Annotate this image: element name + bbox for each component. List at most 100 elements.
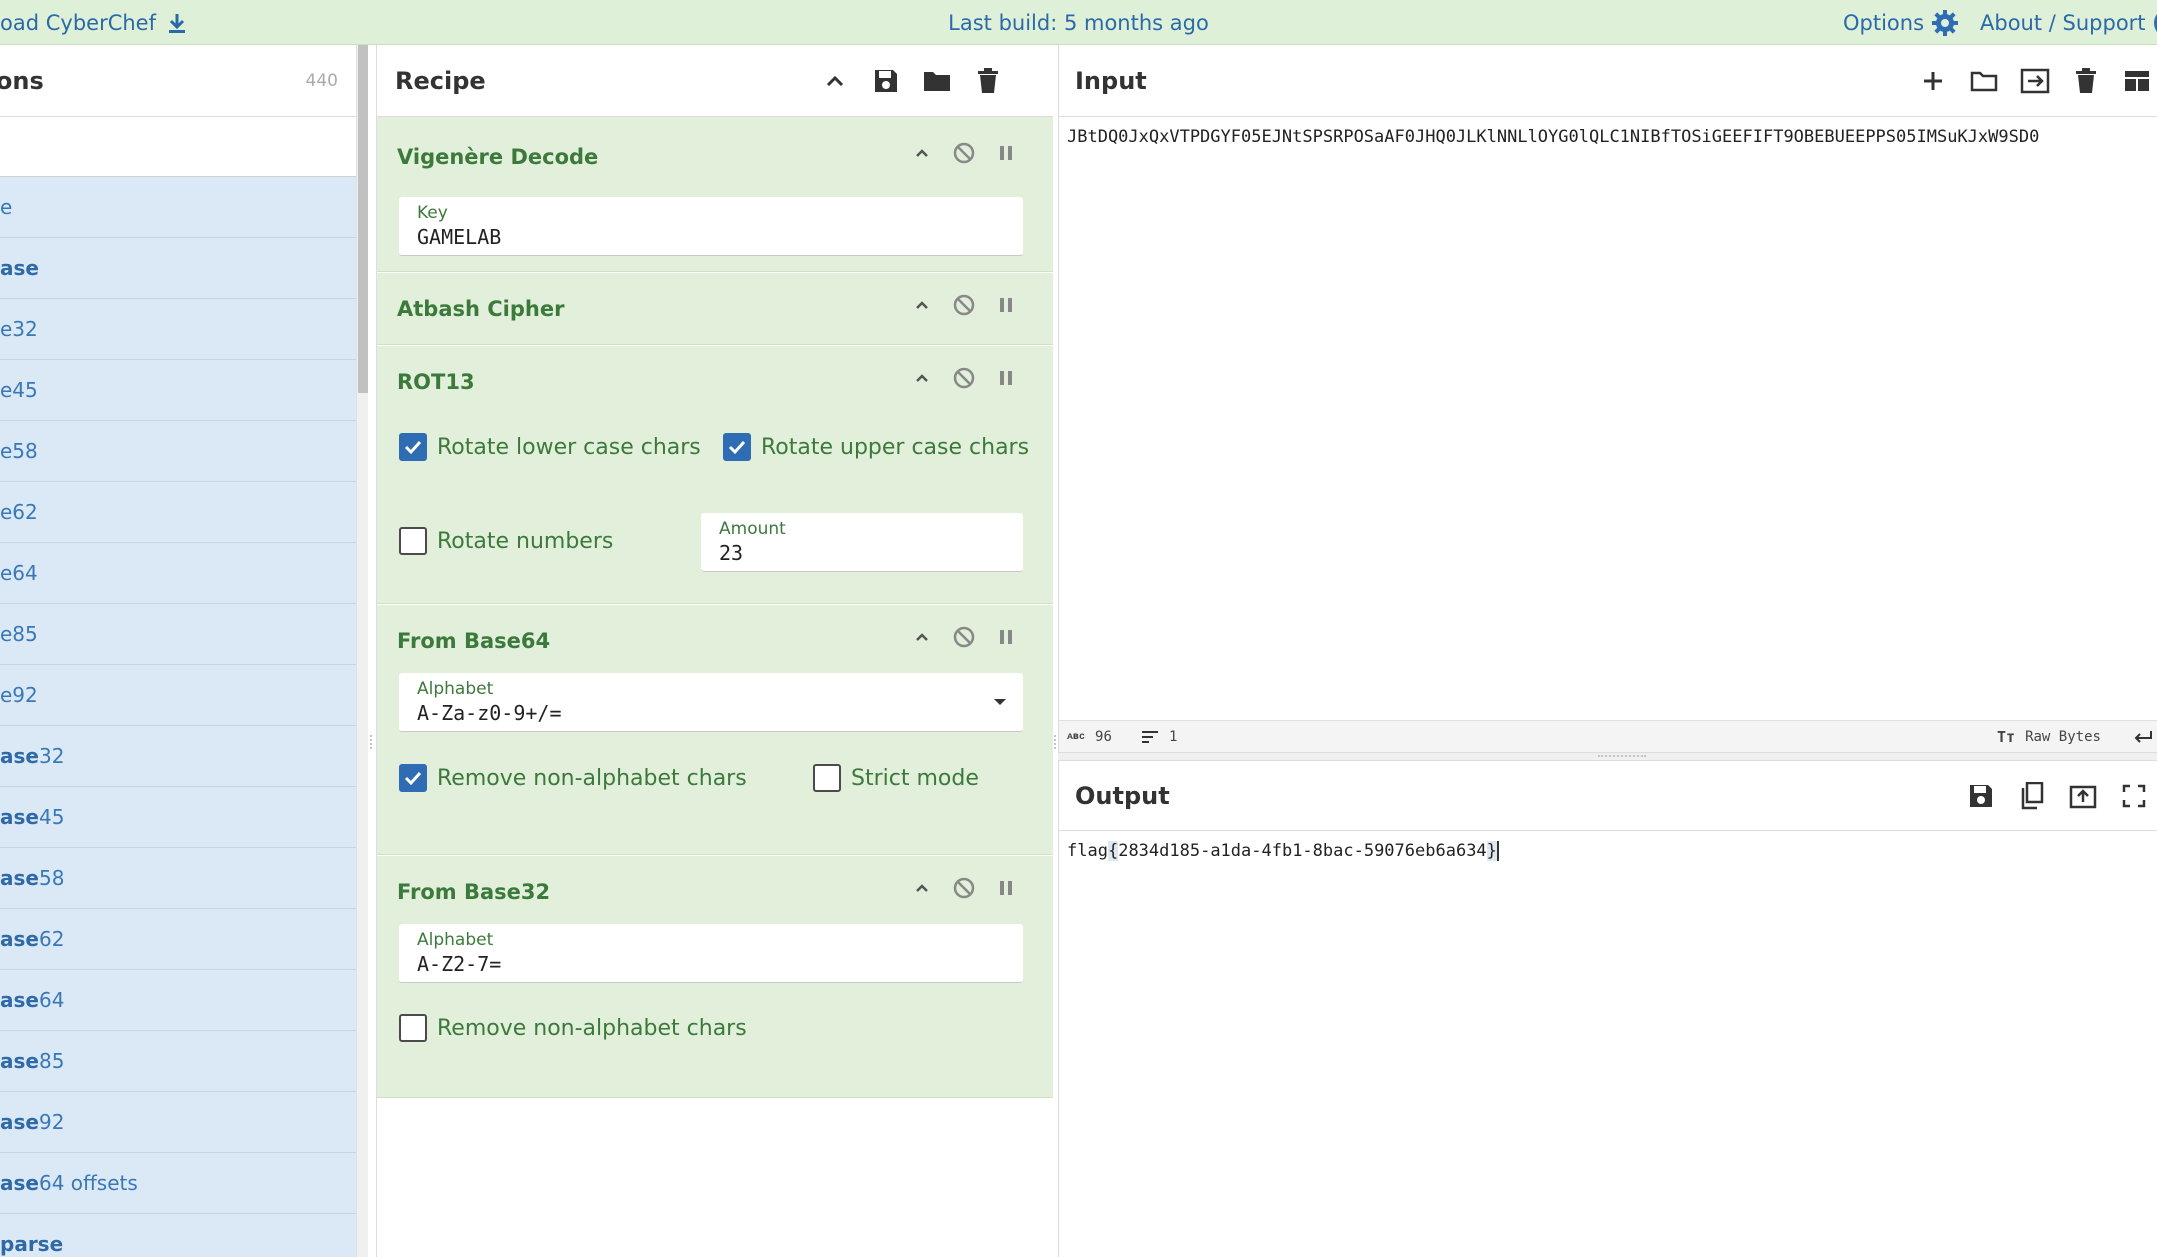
replace-input-button[interactable] — [2057, 783, 2108, 809]
download-icon[interactable] — [156, 12, 188, 34]
rot13-amount-field[interactable]: Amount 23 — [701, 513, 1023, 572]
operation-item[interactable]: e85 — [0, 604, 356, 665]
field-value[interactable]: GAMELAB — [417, 225, 501, 249]
clear-recipe-button[interactable] — [962, 68, 1013, 94]
checkbox-unchecked[interactable] — [399, 1014, 427, 1042]
input-textarea[interactable]: JBtDQ0JxQxVTPDGYF05EJNtSPSRPOSaAF0JHQ0JL… — [1067, 127, 2039, 147]
operation-item[interactable]: e64 — [0, 543, 356, 604]
operation-item[interactable]: ase — [0, 238, 356, 299]
trash-icon[interactable] — [2075, 68, 2097, 94]
disable-icon[interactable] — [943, 366, 985, 390]
return-icon[interactable] — [2133, 721, 2153, 753]
checkbox-checked[interactable] — [399, 764, 427, 792]
plus-icon[interactable] — [1921, 69, 1945, 93]
encoding-value[interactable]: Raw Bytes — [2025, 729, 2101, 745]
chevron-up-icon[interactable] — [823, 69, 847, 93]
base64-alphabet-select[interactable]: Alphabet A-Za-z0-9+/= — [399, 673, 1023, 732]
output-textarea[interactable]: flag{2834d185-a1da-4fb1-8bac-59076eb6a63… — [1067, 841, 1499, 861]
recipe-step-atbash-cipher[interactable]: Atbash Cipher — [377, 273, 1053, 345]
about-label[interactable]: About / Support — [1980, 11, 2146, 35]
folder-icon[interactable] — [1970, 69, 1998, 93]
operation-item[interactable]: e62 — [0, 482, 356, 543]
base32-alphabet-field[interactable]: Alphabet A-Z2-7= — [399, 924, 1023, 983]
chevron-up-icon[interactable] — [901, 368, 943, 388]
operation-item[interactable]: e45 — [0, 360, 356, 421]
io-divider[interactable] — [1058, 752, 2157, 761]
copy-icon[interactable] — [2020, 782, 2044, 810]
recipe-step-from-base32[interactable]: From Base32 Alphabet A-Z2-7= Remove non-… — [377, 856, 1053, 1098]
load-recipe-button[interactable] — [911, 69, 962, 93]
disable-icon[interactable] — [943, 141, 985, 165]
rotate-numbers-checkbox[interactable]: Rotate numbers — [399, 527, 613, 555]
checkbox-unchecked[interactable] — [813, 764, 841, 792]
options-button[interactable]: Options — [1843, 0, 1960, 45]
chevron-up-icon[interactable] — [901, 627, 943, 647]
field-value[interactable]: 23 — [719, 541, 743, 565]
operation-item[interactable]: e58 — [0, 421, 356, 482]
operation-item[interactable]: parse — [0, 1214, 356, 1257]
checkbox-checked[interactable] — [723, 433, 751, 461]
base64-remove-nonalphabet-checkbox[interactable]: Remove non-alphabet chars — [399, 764, 747, 792]
rotate-lower-checkbox[interactable]: Rotate lower case chars — [399, 433, 701, 461]
options-label[interactable]: Options — [1843, 11, 1924, 35]
disable-icon[interactable] — [943, 625, 985, 649]
drag-grip-icon[interactable] — [1598, 755, 1646, 758]
pause-icon[interactable] — [985, 627, 1027, 647]
layout-icon[interactable] — [2124, 69, 2150, 93]
operation-item[interactable]: e32 — [0, 299, 356, 360]
vigenere-key-field[interactable]: Key GAMELAB — [399, 197, 1023, 256]
recipe-step-vigenere-decode[interactable]: Vigenère Decode Key GAMELAB — [377, 117, 1053, 272]
chevron-up-icon[interactable] — [901, 878, 943, 898]
operation-item[interactable]: ase 92 — [0, 1092, 356, 1153]
upload-icon[interactable] — [2069, 783, 2097, 809]
encoding-selector[interactable]: Tт Raw Bytes — [1997, 721, 2101, 753]
open-file-button[interactable] — [1958, 69, 2009, 93]
chevron-up-icon[interactable] — [901, 295, 943, 315]
trash-icon[interactable] — [977, 68, 999, 94]
pause-icon[interactable] — [985, 295, 1027, 315]
save-icon[interactable] — [1968, 783, 1994, 809]
pause-icon[interactable] — [985, 143, 1027, 163]
strict-mode-checkbox[interactable]: Strict mode — [813, 764, 979, 792]
panel-resize-handle[interactable] — [370, 735, 374, 749]
operation-item[interactable]: e — [0, 177, 356, 238]
operation-item[interactable]: ase 58 — [0, 848, 356, 909]
switch-icon[interactable] — [2020, 68, 2050, 94]
operation-item[interactable]: ase 45 — [0, 787, 356, 848]
operations-search-input[interactable] — [0, 117, 356, 177]
collapse-all-button[interactable] — [809, 69, 860, 93]
copy-output-button[interactable] — [2006, 782, 2057, 810]
gear-icon[interactable] — [1924, 8, 1960, 38]
recipe-step-rot13[interactable]: ROT13 Rotate lower case chars Rotate upp… — [377, 346, 1053, 604]
help-icon[interactable]: ? — [2153, 7, 2157, 38]
operation-item[interactable]: ase 64 — [0, 970, 356, 1031]
operations-scrollbar[interactable] — [356, 45, 368, 1257]
pause-icon[interactable] — [985, 368, 1027, 388]
checkbox-unchecked[interactable] — [399, 527, 427, 555]
disable-icon[interactable] — [943, 293, 985, 317]
operation-item[interactable]: e92 — [0, 665, 356, 726]
save-recipe-button[interactable] — [860, 68, 911, 94]
text-size-icon[interactable]: Tт — [1997, 728, 2015, 746]
maximize-output-button[interactable] — [2108, 784, 2157, 808]
folder-icon[interactable] — [923, 69, 951, 93]
operation-item[interactable]: ase 32 — [0, 726, 356, 787]
field-value[interactable]: A-Za-z0-9+/= — [417, 701, 562, 725]
maximize-icon[interactable] — [2122, 784, 2146, 808]
operation-item[interactable]: ase 85 — [0, 1031, 356, 1092]
operation-item[interactable]: ase 64 offsets — [0, 1153, 356, 1214]
download-label[interactable]: oad CyberChef — [0, 11, 156, 35]
dropdown-caret-icon[interactable] — [993, 697, 1007, 707]
add-input-tab-button[interactable] — [1907, 69, 1958, 93]
field-value[interactable]: A-Z2-7= — [417, 952, 501, 976]
operations-scrollbar-thumb[interactable] — [358, 45, 368, 393]
pause-icon[interactable] — [985, 878, 1027, 898]
download-cyberchef-link[interactable]: oad CyberChef — [0, 0, 188, 45]
recipe-step-from-base64[interactable]: From Base64 Alphabet A-Za-z0-9+/= Remove… — [377, 605, 1053, 855]
operation-item[interactable]: ase 62 — [0, 909, 356, 970]
save-icon[interactable] — [873, 68, 899, 94]
save-output-button[interactable] — [1955, 783, 2006, 809]
disable-icon[interactable] — [943, 876, 985, 900]
base32-remove-nonalphabet-checkbox[interactable]: Remove non-alphabet chars — [399, 1014, 747, 1042]
clear-input-button[interactable] — [2060, 68, 2111, 94]
